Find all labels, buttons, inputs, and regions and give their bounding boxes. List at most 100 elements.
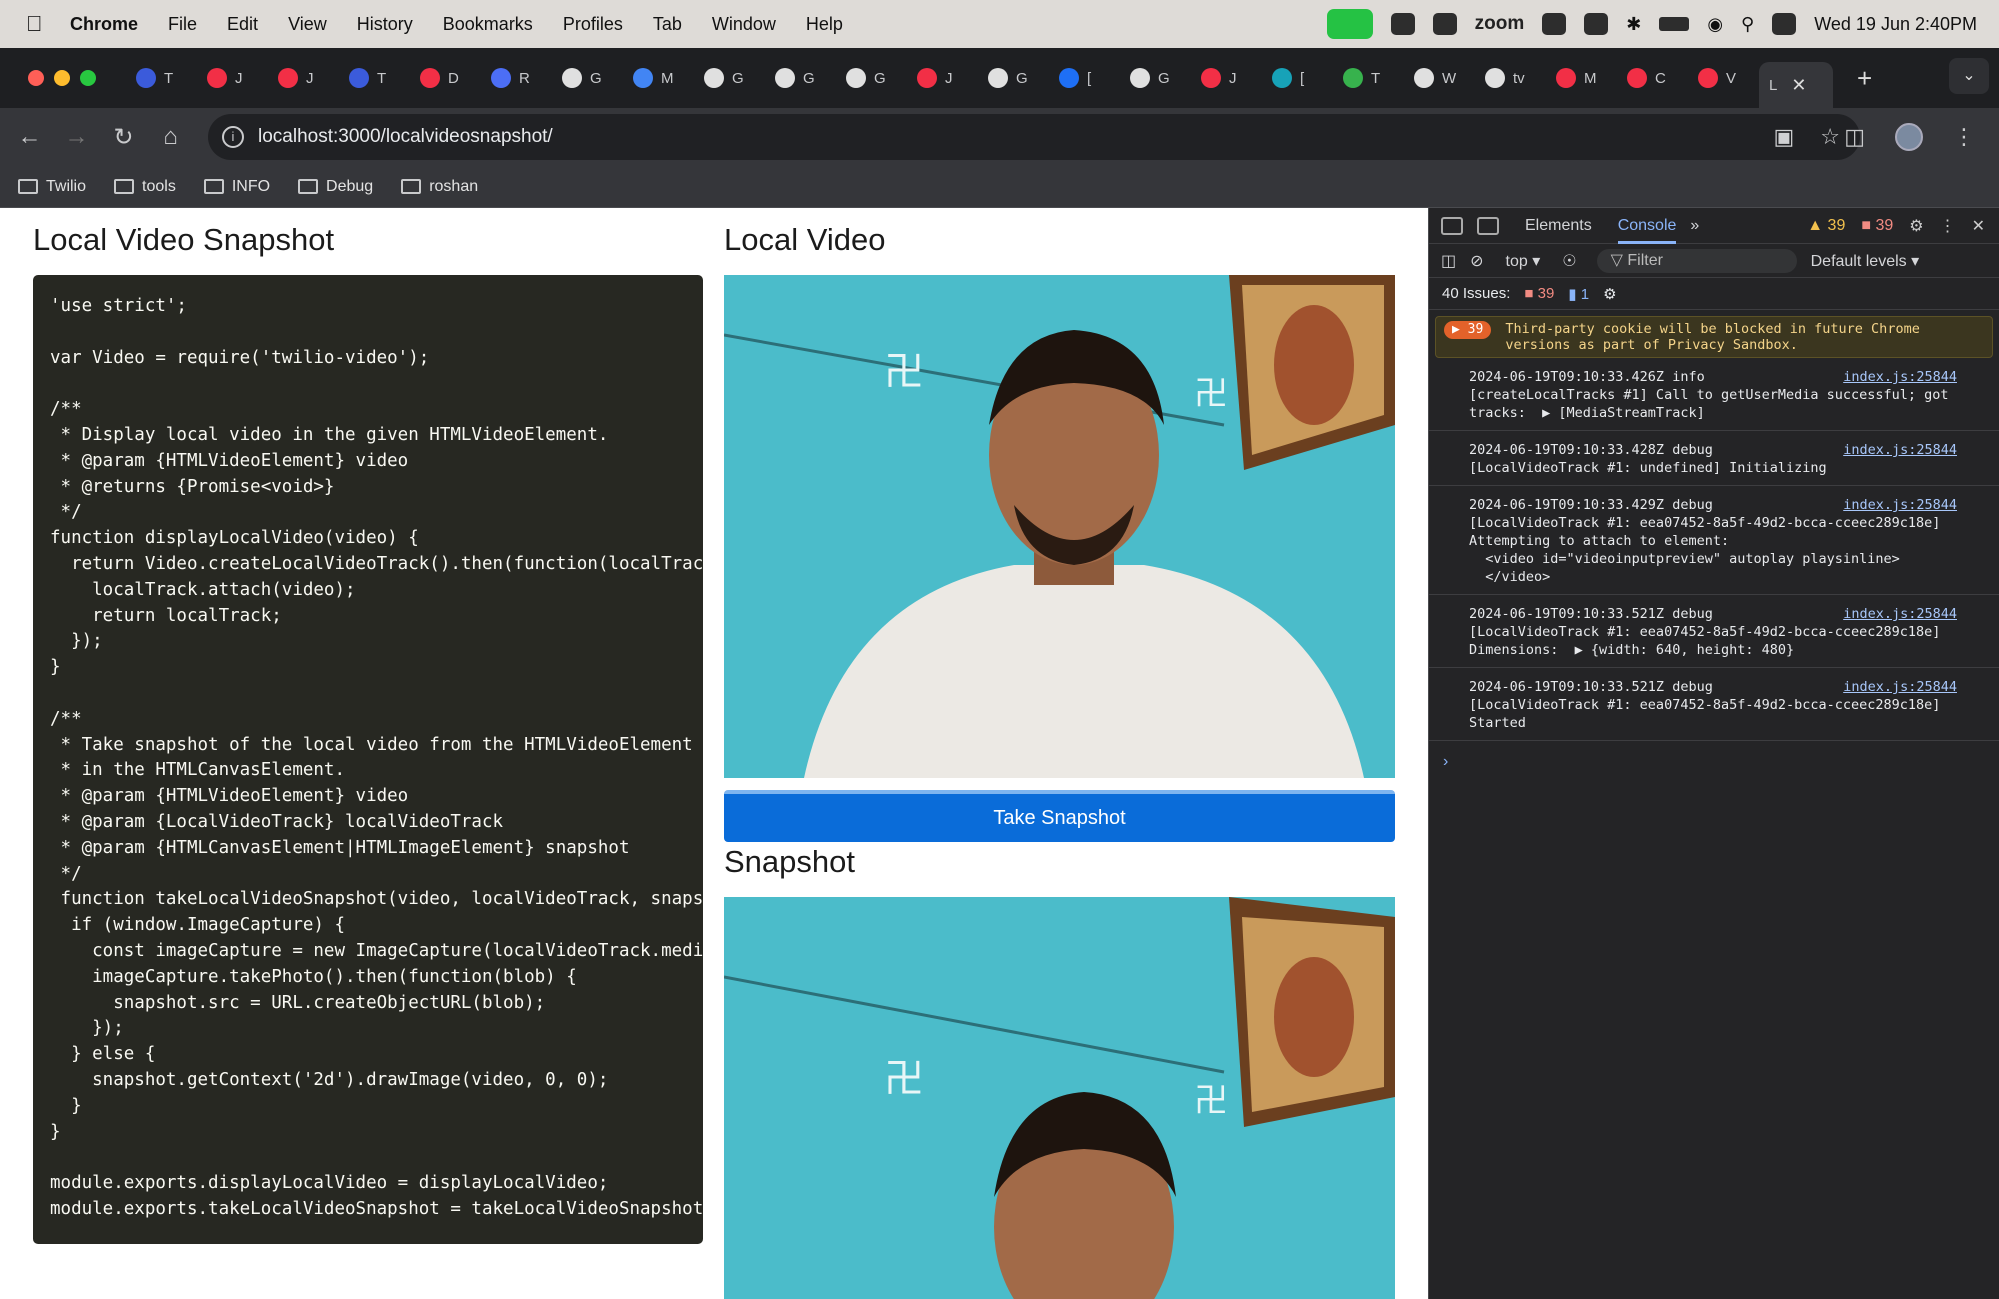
bookmark-star-icon[interactable]: ☆ (1820, 124, 1840, 150)
settings-gear-icon[interactable]: ⚙ (1909, 216, 1923, 236)
warning-count[interactable]: ▲ 39 (1807, 217, 1845, 235)
log-source-link[interactable]: index.js:25844 (1843, 678, 1957, 696)
menu-bookmarks[interactable]: Bookmarks (443, 14, 533, 35)
take-snapshot-button[interactable]: Take Snapshot (724, 790, 1395, 842)
browser-tab[interactable]: C (1617, 58, 1688, 98)
issues-info-count[interactable]: ▮ 1 (1568, 285, 1589, 303)
tab-elements[interactable]: Elements (1525, 208, 1592, 244)
menu-tab[interactable]: Tab (653, 14, 682, 35)
browser-tab[interactable]: G (765, 58, 836, 98)
live-expression-icon[interactable]: ☉ (1562, 251, 1576, 271)
reload-icon[interactable]: ↻ (100, 123, 147, 152)
browser-tab[interactable]: G (978, 58, 1049, 98)
browser-tab[interactable]: J (1191, 58, 1262, 98)
browser-tab[interactable]: T (126, 58, 197, 98)
menu-clock[interactable]: Wed 19 Jun 2:40PM (1814, 14, 1977, 35)
browser-tab[interactable]: M (1546, 58, 1617, 98)
log-source-link[interactable]: index.js:25844 (1843, 368, 1957, 386)
menu-window[interactable]: Window (712, 14, 776, 35)
tab-search-button[interactable]: ⌄ (1949, 58, 1989, 94)
bookmark-roshan[interactable]: roshan (401, 178, 478, 196)
menu-edit[interactable]: Edit (227, 14, 258, 35)
cookie-warning-message[interactable]: ▶ 39 Third-party cookie will be blocked … (1435, 316, 1993, 358)
browser-tab[interactable]: [ (1049, 58, 1120, 98)
log-levels-select[interactable]: Default levels ▾ (1811, 251, 1920, 271)
minimize-window-button[interactable] (54, 70, 70, 86)
close-window-button[interactable] (28, 70, 44, 86)
log-source-link[interactable]: index.js:25844 (1843, 441, 1957, 459)
menu-profiles[interactable]: Profiles (563, 14, 623, 35)
battery-icon[interactable] (1659, 17, 1690, 31)
issues-bar[interactable]: 40 Issues: ■ 39 ▮ 1 ⚙ (1429, 278, 1999, 310)
local-video[interactable]: 卍 卍 (724, 275, 1395, 778)
browser-tab[interactable]: G (552, 58, 623, 98)
console-log-entry[interactable]: 2024-06-19T09:10:33.428Z debug [LocalVid… (1429, 439, 1999, 486)
home-icon[interactable]: ⌂ (147, 123, 194, 151)
bluetooth-icon[interactable]: ✱ (1626, 14, 1641, 35)
zoom-status-item[interactable]: zoom (1475, 13, 1525, 35)
bookmark-tools[interactable]: tools (114, 178, 176, 196)
sidebar-toggle-icon[interactable]: ◫ (1441, 251, 1456, 271)
log-source-link[interactable]: index.js:25844 (1843, 605, 1957, 623)
browser-tab[interactable]: T (339, 58, 410, 98)
wifi-icon[interactable]: ◉ (1707, 14, 1723, 35)
browser-tab[interactable]: [ (1262, 58, 1333, 98)
address-url[interactable]: localhost:3000/localvideosnapshot/ (258, 126, 553, 148)
menu-file[interactable]: File (168, 14, 197, 35)
menu-view[interactable]: View (288, 14, 327, 35)
bookmark-debug[interactable]: Debug (298, 178, 373, 196)
profile-avatar[interactable] (1895, 123, 1923, 151)
context-select[interactable]: top ▾ (1506, 251, 1541, 271)
browser-tab[interactable]: J (907, 58, 978, 98)
camera-in-use-icon[interactable]: ▣ (1773, 124, 1794, 150)
tab-console[interactable]: Console (1617, 208, 1677, 244)
more-tabs-icon[interactable]: » (1690, 208, 1699, 244)
browser-tab[interactable]: R (481, 58, 552, 98)
bookmark-twilio[interactable]: Twilio (18, 178, 86, 196)
forward-icon[interactable]: → (53, 123, 100, 151)
site-info-icon[interactable]: i (222, 126, 244, 148)
close-devtools-icon[interactable]: ✕ (1972, 216, 1985, 236)
devtools-menu-icon[interactable]: ⋮ (1940, 216, 1956, 236)
console-log-entry[interactable]: 2024-06-19T09:10:33.429Z debug [LocalVid… (1429, 494, 1999, 595)
facetime-camera-icon[interactable] (1326, 9, 1373, 39)
inspect-element-icon[interactable] (1441, 216, 1463, 235)
menu-history[interactable]: History (357, 14, 413, 35)
browser-tab[interactable]: V (1688, 58, 1759, 98)
browser-tab[interactable]: W (1404, 58, 1475, 98)
close-tab-icon[interactable]: ✕ (1791, 75, 1806, 96)
device-toolbar-icon[interactable] (1477, 216, 1499, 235)
menu-help[interactable]: Help (806, 14, 843, 35)
console-filter-input[interactable]: ▽ Filter (1596, 248, 1797, 273)
spotlight-search-icon[interactable]: ⚲ (1741, 14, 1754, 35)
console-log-entry[interactable]: 2024-06-19T09:10:33.521Z debug [LocalVid… (1429, 676, 1999, 741)
tab-active[interactable]: L ✕ (1759, 62, 1833, 108)
browser-tab[interactable]: J (268, 58, 339, 98)
menu-app-name[interactable]: Chrome (70, 14, 138, 35)
issues-error-count[interactable]: ■ 39 (1524, 285, 1554, 302)
browser-tab[interactable]: tv (1475, 58, 1546, 98)
butterfly-icon[interactable] (1432, 13, 1457, 35)
extensions-icon[interactable]: ◫ (1844, 124, 1865, 150)
control-center-icon[interactable] (1772, 13, 1797, 35)
back-icon[interactable]: ← (6, 123, 53, 151)
error-count[interactable]: ■ 39 (1861, 217, 1893, 235)
browser-tab[interactable]: G (694, 58, 765, 98)
new-tab-button[interactable]: + (1857, 63, 1872, 94)
drive-icon[interactable] (1542, 13, 1567, 35)
app-status-icon[interactable] (1390, 13, 1415, 35)
globe-icon[interactable] (1584, 13, 1609, 35)
browser-tab[interactable]: G (1120, 58, 1191, 98)
zoom-window-button[interactable] (80, 70, 96, 86)
address-bar[interactable]: i localhost:3000/localvideosnapshot/ ▣ ☆ (208, 114, 1860, 160)
apple-icon[interactable]:  (26, 11, 56, 37)
issues-settings-icon[interactable]: ⚙ (1603, 285, 1616, 303)
bookmark-info[interactable]: INFO (203, 178, 270, 196)
chrome-menu-icon[interactable]: ⋮ (1953, 124, 1975, 150)
code-block[interactable]: 'use strict'; var Video = require('twilio… (33, 275, 703, 1244)
console-log-entry[interactable]: 2024-06-19T09:10:33.521Z debug [LocalVid… (1429, 603, 1999, 668)
console-prompt[interactable]: › (1443, 753, 1999, 771)
browser-tab[interactable]: D (410, 58, 481, 98)
browser-tab[interactable]: M (623, 58, 694, 98)
log-source-link[interactable]: index.js:25844 (1843, 496, 1957, 514)
